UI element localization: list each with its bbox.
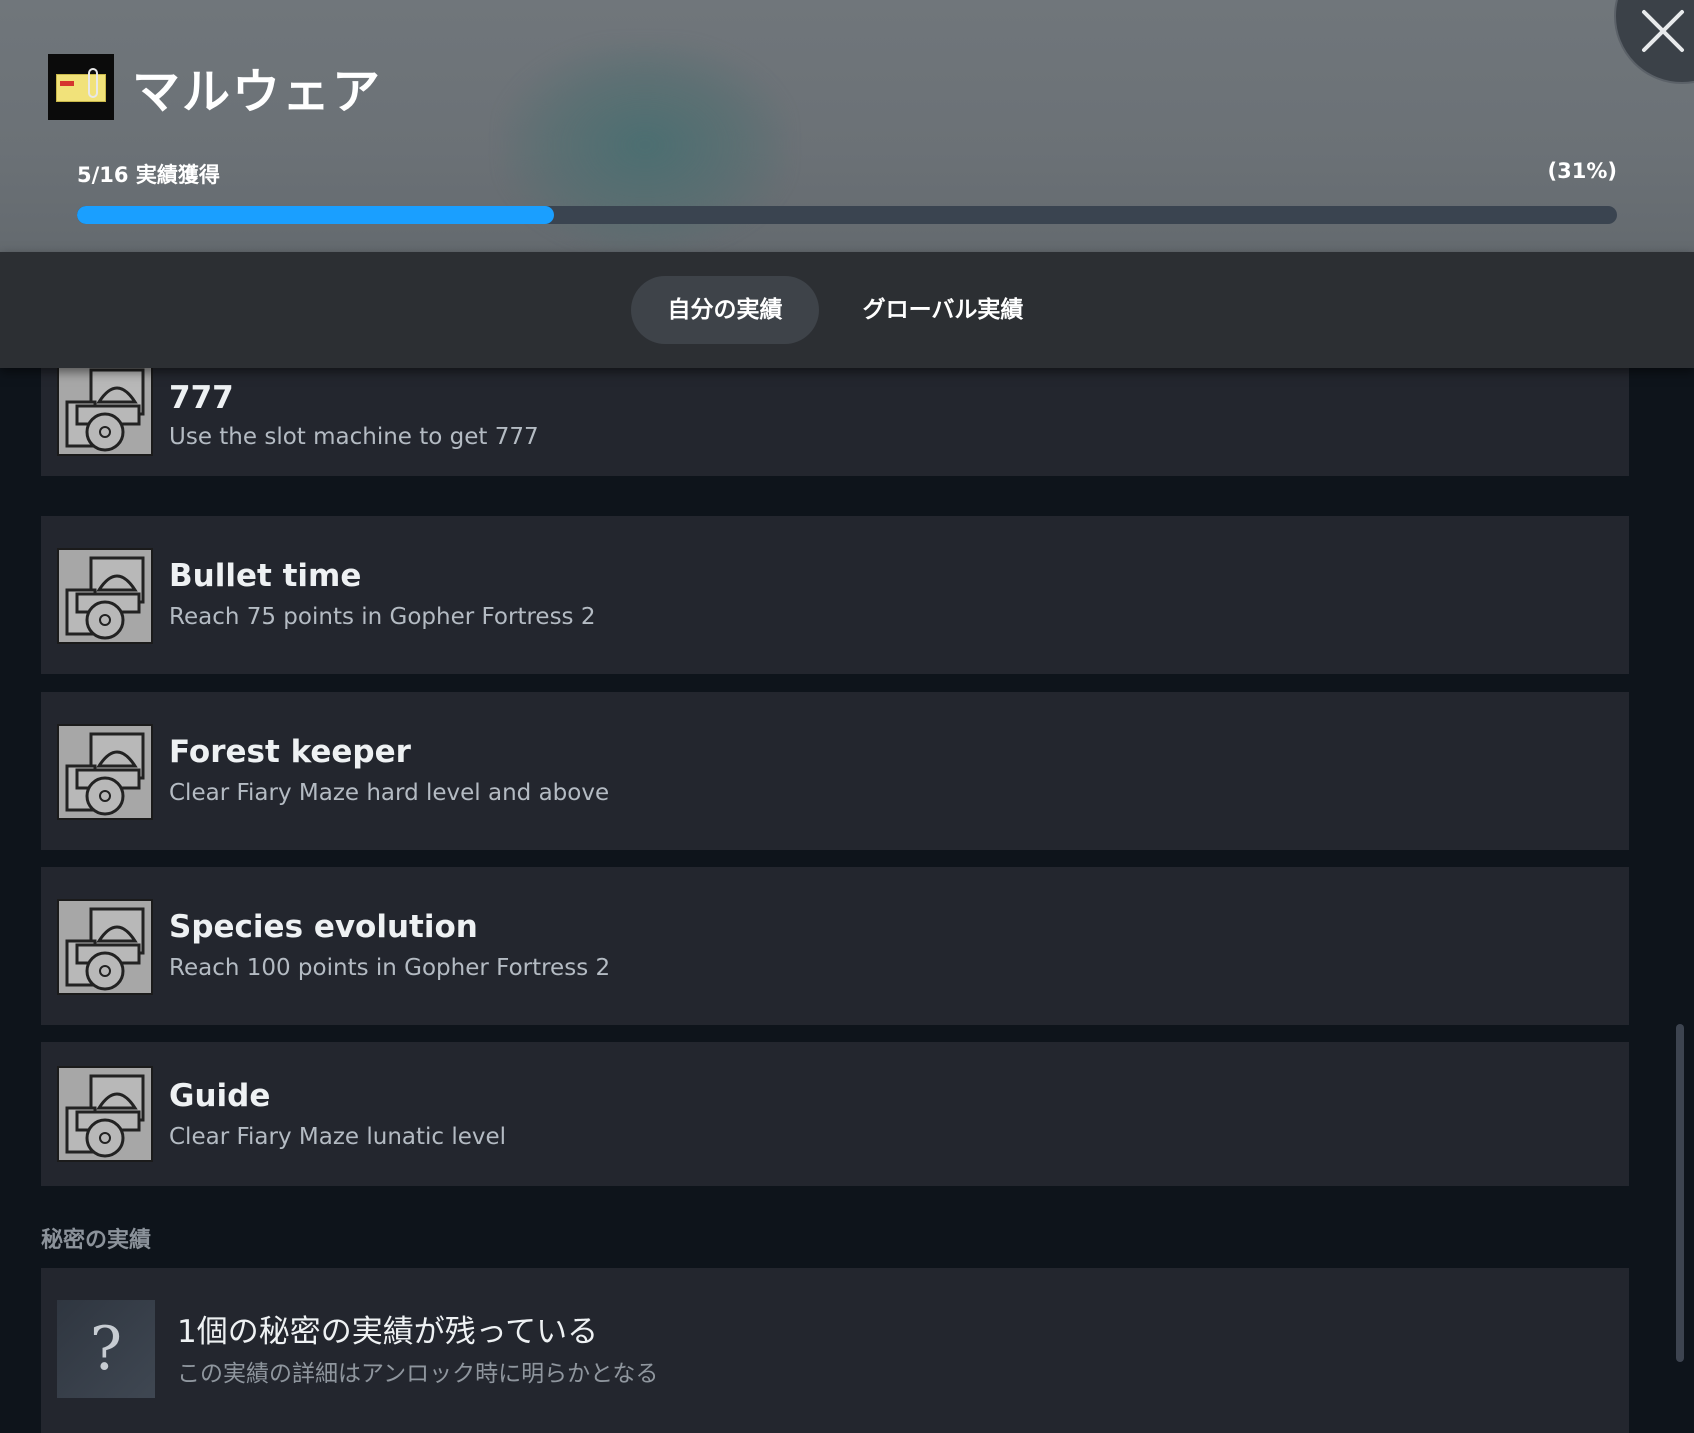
game-icon [48,54,114,120]
achievement-badge-icon [65,732,145,816]
achievement-badge-icon [65,556,145,640]
achievement-name: Species evolution [169,909,478,945]
achievement-row[interactable]: Species evolution Reach 100 points in Go… [41,867,1629,1025]
achievement-badge-icon [65,1074,145,1158]
achievement-row[interactable]: 777 Use the slot machine to get 777 [41,368,1629,476]
achievement-name: 777 [169,380,234,416]
achievement-row[interactable]: Forest keeper Clear Fiary Maze hard leve… [41,692,1629,850]
paperclip-shape [88,68,98,98]
tab-global-achievements[interactable]: グローバル実績 [833,276,1053,344]
close-icon [1642,10,1684,52]
achievement-description: Clear Fiary Maze hard level and above [169,780,610,806]
tab-bar: 自分の実績 グローバル実績 [0,252,1694,368]
progress-bar [77,206,1617,224]
close-button[interactable] [1614,0,1694,84]
achievement-icon [57,899,153,995]
achievement-name: Guide [169,1078,271,1114]
progress-percent: (31%) [1547,159,1617,183]
achievement-badge-icon [65,368,145,452]
scrollbar-thumb[interactable] [1676,1024,1684,1362]
progress-bar-fill [77,206,555,224]
achievement-name: Forest keeper [169,734,411,770]
secret-section-label: 秘密の実績 [41,1228,152,1253]
achievement-name: Bullet time [169,558,362,594]
game-header: マルウェア 5/16 実績獲得 (31%) [0,0,1694,252]
achievement-description: Reach 75 points in Gopher Fortress 2 [169,604,596,630]
achievement-icon [57,1066,153,1162]
progress-label: 5/16 実績獲得 [77,163,220,187]
achievement-icon [57,548,153,644]
secret-achievement-row: ? 1個の秘密の実績が残っている この実績の詳細はアンロック時に明らかとなる [41,1268,1629,1433]
secret-achievement-subtitle: この実績の詳細はアンロック時に明らかとなる [177,1361,659,1387]
tab-my-achievements[interactable]: 自分の実績 [631,276,819,344]
achievement-row[interactable]: Bullet time Reach 75 points in Gopher Fo… [41,516,1629,674]
achievement-badge-icon [65,907,145,991]
game-title: マルウェア [132,64,383,120]
secret-achievement-title: 1個の秘密の実績が残っている [177,1314,599,1350]
achievement-description: Clear Fiary Maze lunatic level [169,1124,507,1150]
achievement-icon [57,368,153,456]
achievement-list[interactable]: 777 Use the slot machine to get 777 Bull… [0,368,1694,1433]
card-stripe [60,81,74,86]
achievement-description: Reach 100 points in Gopher Fortress 2 [169,955,611,981]
question-mark-icon: ? [57,1300,155,1398]
card-shape [56,74,106,102]
achievement-description: Use the slot machine to get 777 [169,424,539,450]
achievement-row[interactable]: Guide Clear Fiary Maze lunatic level [41,1042,1629,1186]
achievement-icon [57,724,153,820]
